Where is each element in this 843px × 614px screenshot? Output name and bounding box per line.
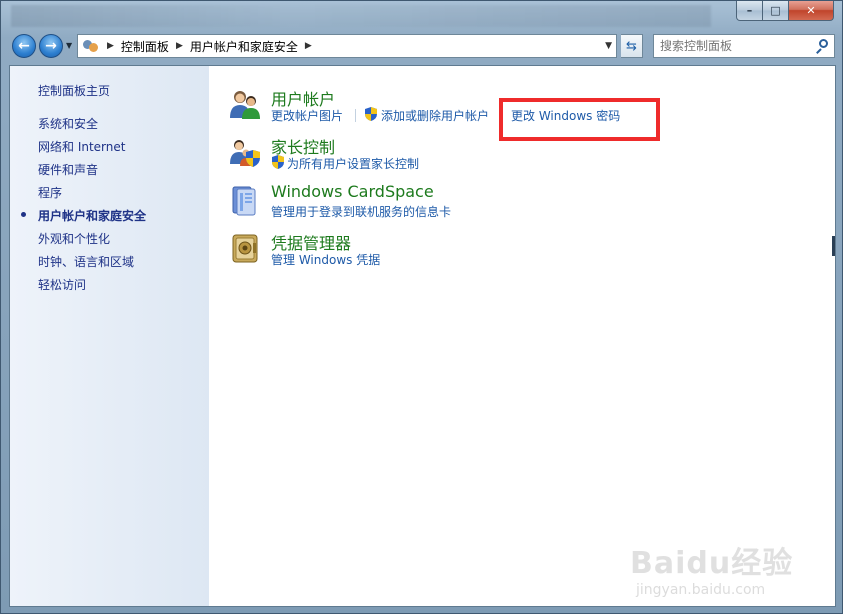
link-divider [355, 109, 356, 122]
category-title-cardspace[interactable]: Windows CardSpace [271, 182, 434, 201]
navigation-bar: ← → ▼ ▶ 控制面板 ▶ 用户帐户和家庭安全 ▶ ▼ ⇆ [9, 31, 836, 61]
back-arrow-icon[interactable]: ← [12, 34, 36, 58]
sidebar-item-network[interactable]: 网络和 Internet [38, 138, 125, 155]
uac-shield-icon [365, 107, 377, 121]
add-remove-accounts-link[interactable]: 添加或删除用户帐户 [381, 107, 489, 124]
manage-windows-credentials-link[interactable]: 管理 Windows 凭据 [271, 251, 380, 268]
breadcrumb-control-panel[interactable]: 控制面板 [121, 38, 169, 55]
search-box [653, 34, 835, 58]
sidebar-item-system-security[interactable]: 系统和安全 [38, 115, 98, 132]
control-panel-users-icon [82, 38, 100, 54]
breadcrumb-separator-icon[interactable]: ▶ [107, 41, 114, 51]
manage-information-cards-link[interactable]: 管理用于登录到联机服务的信息卡 [271, 203, 451, 220]
resize-edge [832, 236, 835, 256]
refresh-icon[interactable]: ⇆ [621, 34, 643, 58]
change-account-picture-link[interactable]: 更改帐户图片 [271, 107, 343, 124]
sidebar-item-ease-of-access[interactable]: 轻松访问 [38, 276, 86, 293]
sidebar-item-hardware[interactable]: 硬件和声音 [38, 161, 98, 178]
minimize-button[interactable]: – [736, 1, 763, 21]
uac-shield-icon [272, 155, 284, 169]
credential-manager-icon[interactable] [229, 232, 261, 264]
parental-controls-icon[interactable] [229, 136, 261, 168]
setup-parental-controls-link[interactable]: 为所有用户设置家长控制 [287, 155, 419, 172]
address-bar[interactable]: ▶ 控制面板 ▶ 用户帐户和家庭安全 ▶ ▼ [77, 34, 617, 58]
maximize-button[interactable]: □ [763, 1, 789, 21]
watermark-url: jingyan.baidu.com [636, 582, 766, 598]
sidebar: 控制面板主页 系统和安全 网络和 Internet 硬件和声音 程序 用户帐户和… [10, 66, 209, 606]
sidebar-item-programs[interactable]: 程序 [38, 184, 62, 201]
search-input[interactable] [660, 39, 810, 53]
caption-buttons: – □ ✕ [736, 1, 834, 21]
close-button[interactable]: ✕ [789, 1, 834, 21]
title-bar [11, 5, 711, 27]
forward-arrow-icon[interactable]: → [39, 34, 63, 58]
window-frame: – □ ✕ ← → ▼ ▶ 控制面板 ▶ 用户帐户和家庭安全 ▶ ▼ ⇆ 控制面… [0, 0, 843, 614]
highlight-box [499, 98, 660, 141]
main-panel: 用户帐户 更改帐户图片 添加或删除用户帐户 更改 Windows 密码 家长控制… [209, 66, 835, 606]
breadcrumb-user-accounts[interactable]: 用户帐户和家庭安全 [190, 38, 298, 55]
recent-pages-dropdown-icon[interactable]: ▼ [66, 41, 72, 50]
breadcrumb-separator-icon[interactable]: ▶ [176, 41, 183, 51]
active-bullet-icon [21, 212, 26, 217]
sidebar-item-appearance[interactable]: 外观和个性化 [38, 230, 110, 247]
baidu-watermark: Baidu经验 jingyan.baidu.com [630, 538, 815, 598]
sidebar-item-clock-region[interactable]: 时钟、语言和区域 [38, 253, 134, 270]
user-accounts-icon[interactable] [229, 88, 261, 120]
search-icon[interactable] [815, 39, 829, 54]
cardspace-icon[interactable] [229, 184, 261, 216]
address-dropdown-icon[interactable]: ▼ [605, 41, 612, 51]
breadcrumb-separator-icon[interactable]: ▶ [305, 41, 312, 51]
watermark-logo-text: Baidu经验 [630, 546, 794, 581]
sidebar-item-user-accounts[interactable]: 用户帐户和家庭安全 [38, 207, 146, 224]
sidebar-home[interactable]: 控制面板主页 [38, 82, 110, 99]
content-area: 控制面板主页 系统和安全 网络和 Internet 硬件和声音 程序 用户帐户和… [9, 65, 836, 607]
